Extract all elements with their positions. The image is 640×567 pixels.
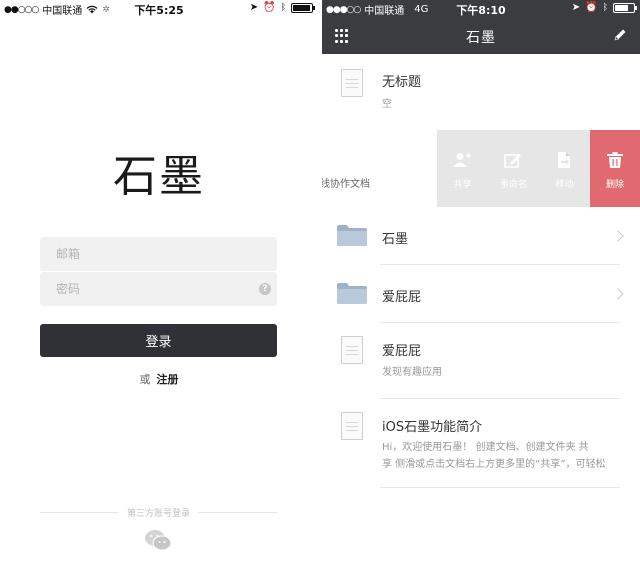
location-icon: ➤ bbox=[571, 2, 581, 13]
rename-action-button[interactable]: 重命名 bbox=[488, 130, 539, 207]
share-action-button[interactable]: 共享 bbox=[437, 130, 488, 207]
register-link[interactable]: 注册 bbox=[157, 373, 179, 386]
swiped-list-item[interactable]: 线协作文档 共享 重命名 移动 删除 bbox=[322, 130, 640, 207]
list-item[interactable]: 石墨 bbox=[322, 207, 640, 265]
chevron-right-icon bbox=[612, 288, 624, 300]
delete-label: 删除 bbox=[605, 180, 624, 190]
status-bar: ●●○○○ 中国联通 ✲ 下午5:25 ➤ ⏰ ᛒ bbox=[0, 0, 318, 18]
item-name: 无标题 bbox=[382, 75, 422, 90]
item-name: 线协作文档 bbox=[322, 179, 370, 190]
divider bbox=[198, 512, 278, 513]
item-subtitle: 发现有趣应用 bbox=[382, 367, 442, 378]
chevron-right-icon bbox=[612, 230, 624, 242]
move-action-button[interactable]: 移动 bbox=[539, 130, 590, 207]
delete-action-button[interactable]: 删除 bbox=[590, 130, 640, 207]
battery-icon bbox=[291, 2, 315, 13]
or-label: 或 bbox=[139, 373, 151, 386]
rename-icon bbox=[504, 154, 521, 168]
documents-screen: ●●●○○ 中国联通 4G 下午8:10 ➤ ⏰ ᛒ 石墨 无标题 空 线协作文… bbox=[322, 0, 640, 567]
app-logo: 石墨 bbox=[113, 151, 205, 202]
document-icon bbox=[341, 69, 363, 97]
divider bbox=[380, 487, 620, 488]
third-party-login-label: 第三方账号登录 bbox=[127, 509, 191, 519]
battery-icon bbox=[613, 2, 637, 13]
move-document-icon bbox=[558, 152, 570, 168]
document-icon bbox=[341, 336, 363, 364]
login-button[interactable]: 登录 bbox=[40, 324, 277, 357]
share-user-icon bbox=[453, 153, 471, 167]
item-name: 爱屁屁 bbox=[382, 344, 422, 359]
item-name: 爱屁屁 bbox=[382, 290, 422, 305]
alarm-icon: ⏰ bbox=[585, 2, 598, 13]
login-screen: ●●○○○ 中国联通 ✲ 下午5:25 ➤ ⏰ ᛒ 石墨 ? 登录 或注册 第三… bbox=[0, 0, 318, 567]
folder-icon bbox=[337, 225, 367, 246]
new-document-pen-icon[interactable] bbox=[612, 27, 628, 43]
trash-icon bbox=[607, 152, 623, 168]
item-name: iOS石墨功能简介 bbox=[382, 420, 483, 435]
item-subtitle-line-1: Hi，欢迎使用石墨！ 创建文档、创建文件夹 共 bbox=[382, 442, 589, 453]
status-bar: ●●●○○ 中国联通 4G 下午8:10 ➤ ⏰ ᛒ bbox=[322, 0, 640, 18]
password-input[interactable] bbox=[40, 272, 277, 306]
bluetooth-icon: ᛒ bbox=[280, 2, 286, 13]
item-name: 石墨 bbox=[382, 232, 409, 247]
list-item[interactable]: 爱屁屁 发现有趣应用 bbox=[322, 323, 640, 399]
nav-bar: 石墨 bbox=[322, 18, 640, 54]
folder-icon bbox=[337, 283, 367, 304]
wechat-login-icon[interactable] bbox=[144, 529, 172, 551]
list-item[interactable]: 爱屁屁 bbox=[322, 265, 640, 323]
nav-title: 石墨 bbox=[466, 30, 496, 46]
register-row: 或注册 bbox=[0, 371, 318, 387]
divider bbox=[40, 512, 119, 513]
email-input[interactable] bbox=[40, 237, 277, 271]
third-party-login-divider: 第三方账号登录 bbox=[40, 506, 278, 519]
forgot-password-help-icon[interactable]: ? bbox=[259, 283, 271, 295]
document-icon bbox=[341, 412, 363, 440]
list-item[interactable]: 无标题 空 bbox=[322, 54, 640, 130]
alarm-icon: ⏰ bbox=[263, 2, 276, 13]
item-subtitle: 空 bbox=[382, 99, 392, 110]
item-subtitle-line-2: 享 侧滑或点击文档右上方更多里的“共享”，可轻松 bbox=[382, 459, 606, 470]
list-item[interactable]: iOS石墨功能简介 Hi，欢迎使用石墨！ 创建文档、创建文件夹 共 享 侧滑或点… bbox=[322, 399, 640, 488]
location-icon: ➤ bbox=[249, 2, 259, 13]
bluetooth-icon: ᛒ bbox=[602, 2, 608, 13]
